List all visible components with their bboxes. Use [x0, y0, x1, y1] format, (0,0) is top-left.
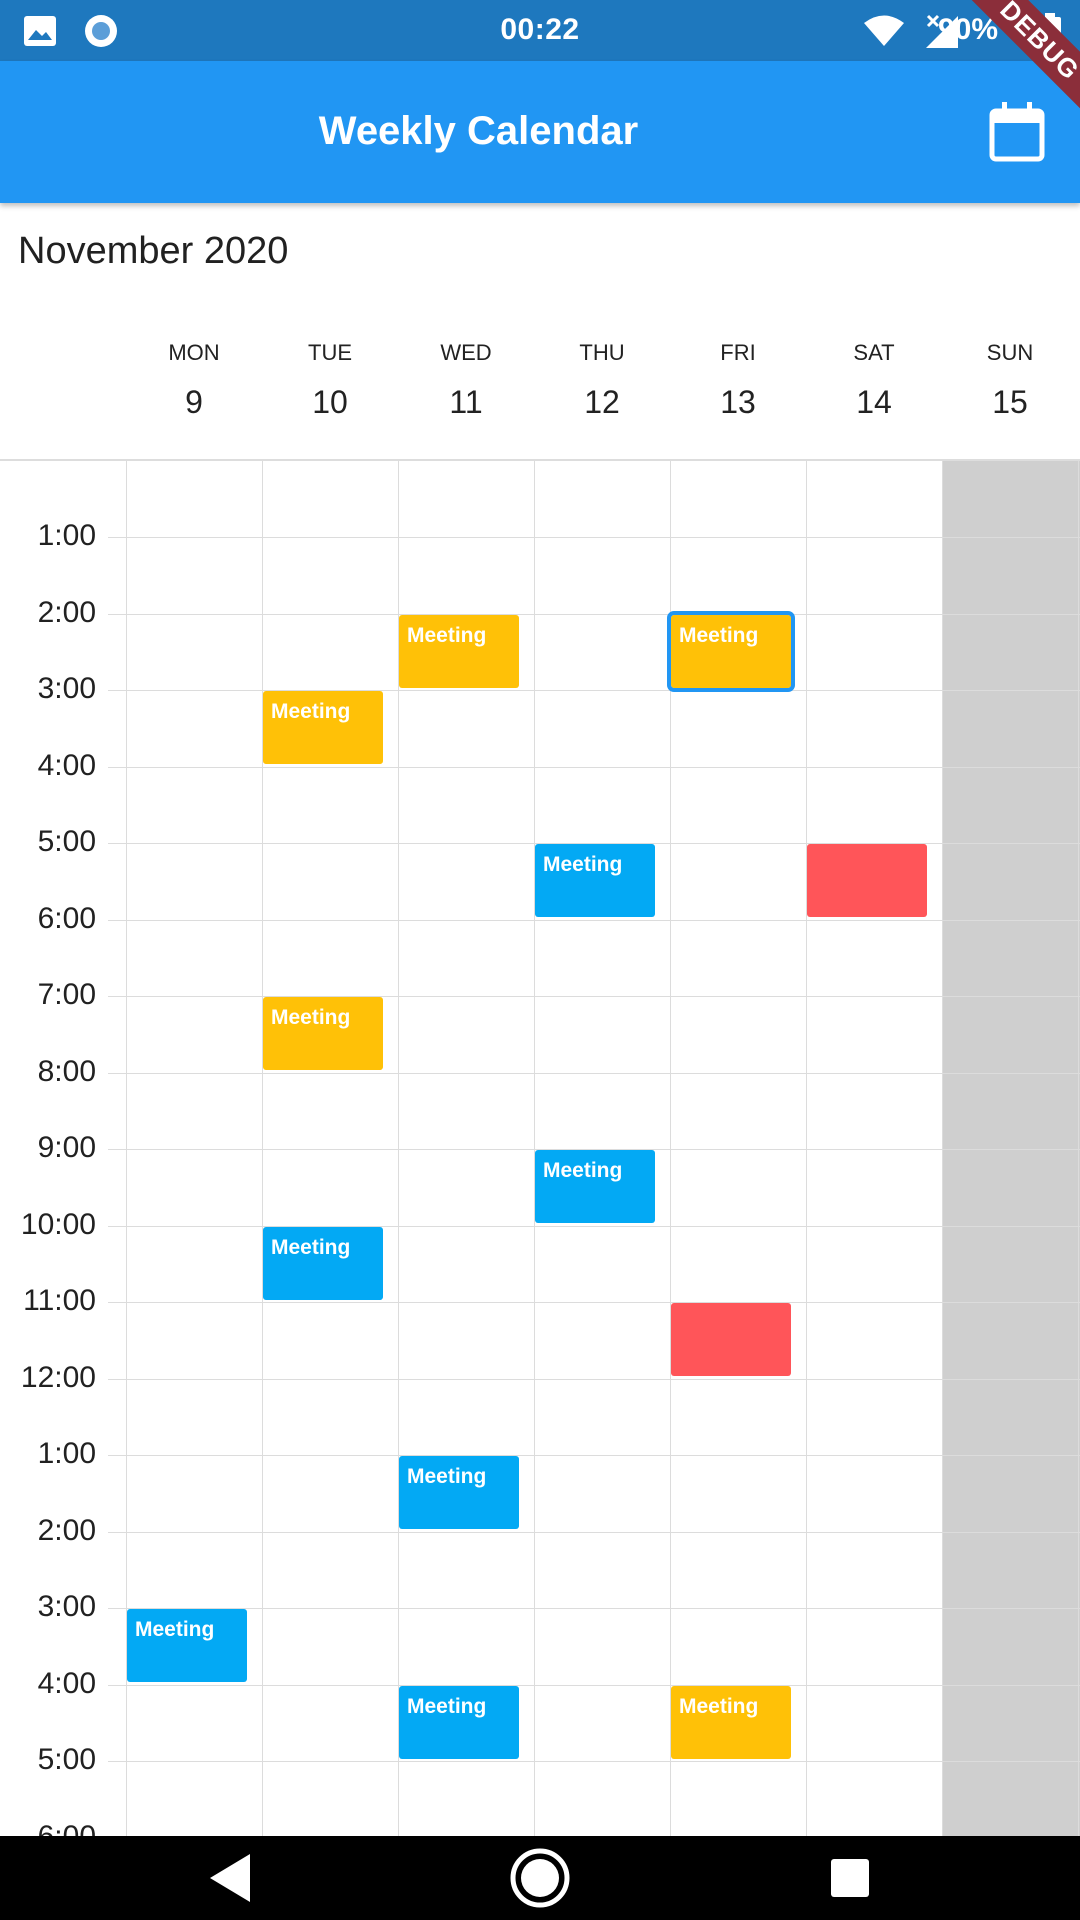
hour-label: 2:00: [37, 596, 96, 629]
hour-gridline: [108, 767, 1080, 768]
day-number-label: 14: [856, 384, 892, 420]
day-header-thu[interactable]: THU 12: [534, 340, 670, 421]
status-bar: 00:22 90%: [0, 0, 1080, 61]
event-block[interactable]: Meeting: [535, 844, 655, 917]
day-header-fri[interactable]: FRI 13: [670, 340, 806, 421]
hour-gridline: [108, 614, 1080, 615]
hour-gridline: [108, 1761, 1080, 1762]
hour-gridline: [108, 920, 1080, 921]
day-number-label: 10: [312, 384, 348, 420]
hour-label: 10:00: [20, 1208, 96, 1241]
day-header-tue[interactable]: TUE 10: [262, 340, 398, 421]
event-block[interactable]: Meeting: [535, 1150, 655, 1223]
hour-gridline: [108, 1379, 1080, 1380]
hour-gridline: [108, 1455, 1080, 1456]
event-block[interactable]: Meeting: [399, 1456, 519, 1529]
day-column-divider: [1078, 461, 1079, 1838]
hour-gridline: [108, 1532, 1080, 1533]
hour-gridline: [108, 537, 1080, 538]
day-of-week-label: THU: [579, 340, 625, 365]
hour-gridline: [108, 1302, 1080, 1303]
day-column-divider: [262, 461, 263, 1838]
hour-gridline: [108, 1073, 1080, 1074]
day-number-label: 12: [584, 384, 620, 420]
event-block[interactable]: Meeting: [263, 691, 383, 764]
hour-label: 4:00: [37, 749, 96, 782]
hour-label: 8:00: [37, 1055, 96, 1088]
hour-gridline: [108, 1685, 1080, 1686]
day-header-mon[interactable]: MON 9: [126, 340, 262, 421]
day-header-sun[interactable]: SUN 15: [942, 340, 1078, 421]
day-of-week-label: SAT: [853, 340, 895, 365]
home-icon[interactable]: [500, 1836, 580, 1920]
day-number-label: 9: [185, 384, 203, 420]
calendar-icon[interactable]: [984, 99, 1050, 165]
hour-label: 5:00: [37, 825, 96, 858]
event-block[interactable]: Meeting: [263, 997, 383, 1070]
app-bar-title: Weekly Calendar: [318, 109, 639, 153]
day-number-label: 13: [720, 384, 756, 420]
wifi-icon: [864, 15, 904, 46]
hour-label: 11:00: [23, 1284, 96, 1317]
day-of-week-label: SUN: [986, 340, 1034, 365]
back-icon[interactable]: [190, 1836, 270, 1920]
hour-label: 4:00: [37, 1667, 96, 1700]
day-of-week-label: MON: [168, 340, 220, 365]
hour-label: 2:00: [37, 1514, 96, 1547]
event-block[interactable]: Meeting: [399, 1686, 519, 1759]
day-header-wed[interactable]: WED 11: [398, 340, 534, 421]
hour-gridline: [108, 1226, 1080, 1227]
day-of-week-label: FRI: [720, 340, 756, 365]
event-block[interactable]: Meeting: [399, 615, 519, 688]
day-number-label: 11: [449, 384, 483, 420]
event-block[interactable]: Meeting: [667, 611, 795, 692]
status-time: 00:22: [500, 13, 580, 46]
month-label: November 2020: [18, 230, 289, 272]
hour-label: 7:00: [37, 978, 96, 1011]
hour-label: 3:00: [37, 672, 96, 705]
recents-icon[interactable]: [810, 1836, 890, 1920]
hour-label: 1:00: [37, 519, 96, 552]
hour-label: 1:00: [37, 1437, 96, 1470]
hour-label: 5:00: [37, 1743, 96, 1776]
event-block[interactable]: [671, 1303, 791, 1376]
navigation-bar: [0, 1836, 1080, 1920]
day-column-divider: [942, 461, 943, 1838]
hour-label: 12:00: [20, 1361, 96, 1394]
event-block[interactable]: Meeting: [263, 1227, 383, 1300]
hour-label: 3:00: [37, 1590, 96, 1623]
hour-gridline: [108, 1608, 1080, 1609]
day-header-sat[interactable]: SAT 14: [806, 340, 942, 421]
day-number-label: 15: [992, 384, 1028, 420]
app-bar: Weekly Calendar: [0, 61, 1080, 203]
hour-label: 6:00: [37, 902, 96, 935]
day-of-week-label: TUE: [308, 340, 352, 365]
hour-gridline: [108, 996, 1080, 997]
hour-label: 9:00: [37, 1131, 96, 1164]
day-column-divider: [806, 461, 807, 1838]
event-block[interactable]: [807, 844, 927, 917]
week-grid[interactable]: 1:00 2:00 3:00 4:00 5:00 6:00 7:00 8:00 9:00 10:0…: [0, 459, 1080, 1838]
day-of-week-label: WED: [440, 340, 492, 365]
event-block[interactable]: Meeting: [127, 1609, 247, 1682]
day-column-divider: [534, 461, 535, 1838]
hour-gridline: [108, 690, 1080, 691]
event-block[interactable]: Meeting: [671, 1686, 791, 1759]
